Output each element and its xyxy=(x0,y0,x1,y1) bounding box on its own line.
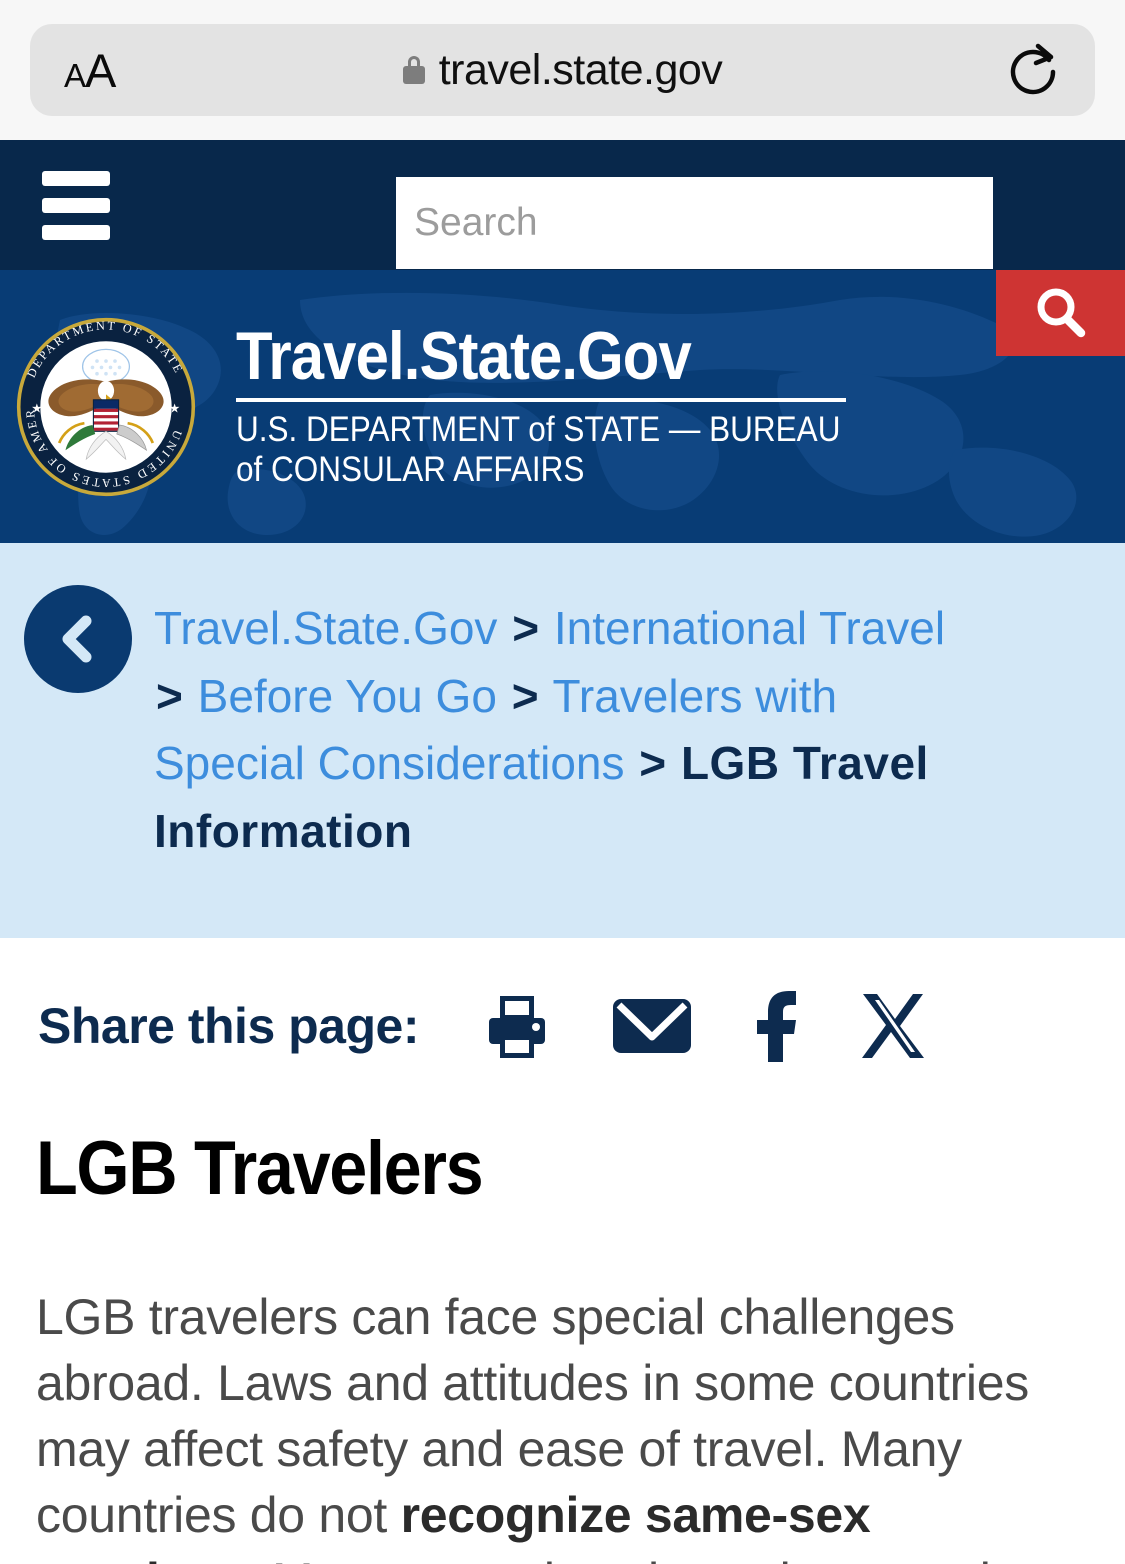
breadcrumb-separator-2: > xyxy=(511,669,539,722)
x-twitter-icon xyxy=(862,993,924,1058)
breadcrumb-item-2[interactable]: Before You Go xyxy=(198,670,497,722)
text-size-large-a: A xyxy=(85,43,116,97)
site-banner: DEPARTMENT OF STATE UNITED STATES OF AME… xyxy=(0,270,1125,543)
department-of-state-seal: DEPARTMENT OF STATE UNITED STATES OF AME… xyxy=(16,317,196,496)
site-brand: Travel.State.Gov U.S. DEPARTMENT of STAT… xyxy=(236,318,936,489)
back-button[interactable] xyxy=(24,585,132,693)
breadcrumb-separator-1: > xyxy=(156,669,183,722)
email-icon xyxy=(613,998,691,1053)
svg-text:★: ★ xyxy=(31,401,42,415)
facebook-icon xyxy=(757,990,796,1062)
lock-icon xyxy=(402,56,425,84)
browser-chrome: A A travel.state.gov xyxy=(0,0,1125,140)
site-subtitle: U.S. DEPARTMENT of STATE — BUREAU of CON… xyxy=(236,410,841,489)
main-content: LGB Travelers LGB travelers can face spe… xyxy=(0,1125,1125,1564)
page-title: LGB Travelers xyxy=(36,1126,484,1211)
url-text: travel.state.gov xyxy=(438,45,723,94)
url-bar[interactable]: A A travel.state.gov xyxy=(30,24,1095,116)
reload-button[interactable] xyxy=(1005,40,1061,100)
url-display: travel.state.gov xyxy=(30,46,1095,95)
breadcrumb-item-0[interactable]: Travel.State.Gov xyxy=(154,602,497,654)
x-twitter-button[interactable] xyxy=(857,990,929,1062)
breadcrumb-item-1[interactable]: International Travel xyxy=(554,602,945,654)
reload-icon xyxy=(1010,43,1056,95)
site-top-nav xyxy=(0,140,1125,270)
share-icon-group xyxy=(481,988,929,1064)
share-label: Share this page: xyxy=(38,997,420,1054)
email-button[interactable] xyxy=(611,993,693,1059)
breadcrumb-separator-0: > xyxy=(512,602,540,654)
print-button[interactable] xyxy=(481,990,553,1062)
search-icon xyxy=(1037,288,1085,338)
search-submit-button[interactable] xyxy=(996,270,1125,356)
brand-divider xyxy=(236,398,846,403)
breadcrumb-section: Travel.State.Gov > International Travel … xyxy=(0,543,1125,938)
hamburger-menu-icon[interactable] xyxy=(42,170,110,240)
facebook-button[interactable] xyxy=(751,988,799,1064)
chevron-left-icon xyxy=(62,615,92,663)
text-size-small-a: A xyxy=(64,56,86,94)
breadcrumb: Travel.State.Gov > International Travel … xyxy=(154,585,975,938)
svg-text:★: ★ xyxy=(169,401,180,415)
text-size-button[interactable]: A A xyxy=(64,43,116,98)
search-input[interactable] xyxy=(396,177,993,269)
share-bar: Share this page: xyxy=(0,938,1125,1113)
site-title: Travel.State.Gov xyxy=(236,318,692,395)
breadcrumb-separator-3: > xyxy=(639,737,667,790)
intro-paragraph: LGB travelers can face special challenge… xyxy=(36,1284,1089,1564)
print-icon xyxy=(489,995,545,1058)
